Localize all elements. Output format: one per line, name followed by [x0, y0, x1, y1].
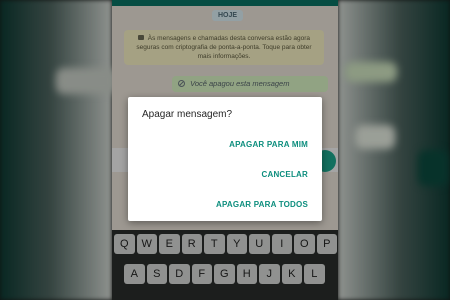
cancel-button[interactable]: CANCELAR [262, 170, 309, 179]
dialog-title: Apagar mensagem? [142, 109, 233, 120]
delete-for-me-button[interactable]: APAGAR PARA MIM [229, 140, 308, 149]
delete-message-dialog: Apagar mensagem? APAGAR PARA MIM CANCELA… [128, 97, 322, 221]
delete-for-everyone-button[interactable]: APAGAR PARA TODOS [216, 200, 308, 209]
screen: HOJE Às mensagens e chamadas desta conve… [0, 0, 450, 300]
